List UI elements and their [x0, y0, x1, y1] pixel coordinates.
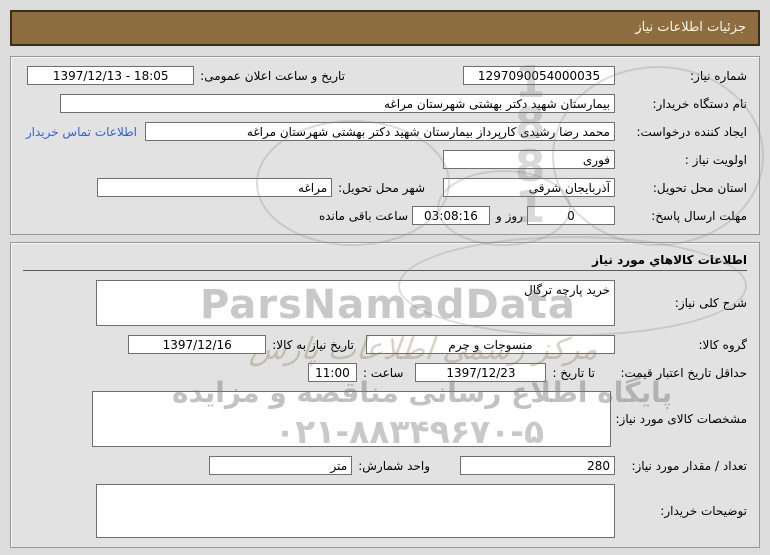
unit-input[interactable]: متر [209, 456, 353, 475]
deadline-time-suffix: ساعت باقی مانده [318, 208, 408, 223]
priority-input[interactable]: فوری [443, 150, 615, 169]
city-label: شهر محل تحویل: [338, 180, 425, 195]
buyer-notes-label: توضیحات خریدار: [660, 504, 747, 518]
need-date-input[interactable]: 1397/12/16 [128, 335, 267, 354]
need-date-label: تاریخ نیاز به کالا: [272, 337, 354, 352]
announce-datetime-label: تاریخ و ساعت اعلان عمومی: [200, 68, 345, 83]
specs-label: مشخصات کالای مورد نیاز: [615, 412, 747, 426]
page-root: جزئیات اطلاعات نیاز شماره نیاز: 12970900… [0, 10, 770, 555]
general-desc-label: شرح کلی نیاز: [674, 296, 747, 310]
province-input[interactable]: آذربایجان شرقی [443, 178, 615, 197]
deadline-days-input[interactable]: 0 [527, 206, 615, 225]
buyer-org-input[interactable]: بیمارستان شهید دکتر بهشتی شهرستان مراغه [60, 94, 615, 113]
specs-textarea[interactable] [92, 391, 612, 447]
priority-label: اولویت نیاز : [684, 152, 747, 167]
hour-label: ساعت : [362, 365, 404, 380]
deadline-label: مهلت ارسال پاسخ: [651, 208, 747, 223]
goods-group-label: گروه کالا: [698, 337, 748, 352]
until-date-input[interactable]: 1397/12/23 [415, 363, 547, 382]
buyer-notes-textarea[interactable] [96, 484, 615, 538]
request-creator-label: ایجاد کننده درخواست: [636, 124, 747, 139]
hour-input[interactable]: 11:00 [307, 363, 357, 382]
price-validity-row: حداقل تاریخ اعتبار قیمت: تا تاریخ : 1397… [23, 363, 747, 382]
need-number-input[interactable]: 1297090054000035 [463, 66, 615, 85]
general-desc-textarea[interactable]: خرید پارچه ترگال [96, 280, 615, 326]
goods-group-input[interactable]: منسوجات و چرم [366, 335, 615, 354]
goods-info-section: اطلاعات کالاهاي مورد نیاز شرح کلی نیاز: … [10, 242, 760, 548]
announce-datetime-input[interactable]: 1397/12/13 - 18:05 [27, 66, 195, 85]
response-deadline-row: مهلت ارسال پاسخ: 0 روز و 03:08:16 ساعت ب… [23, 206, 747, 225]
deadline-days-suffix: روز و [496, 208, 523, 223]
delivery-location-row: استان محل تحویل: آذربایجان شرقی شهر محل … [23, 178, 747, 197]
unit-label: واحد شمارش: [358, 458, 430, 473]
need-details-section: شماره نیاز: 1297090054000035 تاریخ و ساع… [10, 56, 760, 235]
need-number-row: شماره نیاز: 1297090054000035 تاریخ و ساع… [23, 66, 747, 85]
city-input[interactable]: مراغه [97, 178, 333, 197]
province-label: استان محل تحویل: [652, 180, 747, 195]
section-divider [23, 270, 747, 271]
buyer-org-label: نام دستگاه خریدار: [652, 96, 748, 111]
specs-row: مشخصات کالای مورد نیاز: [23, 391, 747, 447]
page-title: جزئیات اطلاعات نیاز [10, 10, 760, 46]
buyer-notes-row: توضیحات خریدار: [23, 484, 747, 538]
goods-group-row: گروه کالا: منسوجات و چرم تاریخ نیاز به ک… [23, 335, 747, 354]
need-number-label: شماره نیاز: [690, 68, 747, 83]
until-date-label: تا تاریخ : [552, 365, 595, 380]
request-creator-row: ایجاد کننده درخواست: محمد رضا رشیدی کارپ… [23, 122, 747, 141]
quantity-input[interactable]: 280 [460, 456, 615, 475]
quantity-label: تعداد / مقدار مورد نیاز: [631, 458, 747, 473]
deadline-time-input[interactable]: 03:08:16 [412, 206, 490, 225]
priority-row: اولویت نیاز : فوری [23, 150, 747, 169]
request-creator-input[interactable]: محمد رضا رشیدی کارپرداز بیمارستان شهید د… [145, 122, 615, 141]
quantity-row: تعداد / مقدار مورد نیاز: 280 واحد شمارش:… [23, 456, 747, 475]
goods-section-title: اطلاعات کالاهاي مورد نیاز [592, 253, 747, 267]
general-desc-row: شرح کلی نیاز: خرید پارچه ترگال [23, 280, 747, 326]
buyer-contact-link[interactable]: اطلاعات تماس خریدار [26, 125, 137, 139]
buyer-org-row: نام دستگاه خریدار: بیمارستان شهید دکتر ب… [23, 94, 747, 113]
price-validity-label: حداقل تاریخ اعتبار قیمت: [620, 365, 747, 380]
